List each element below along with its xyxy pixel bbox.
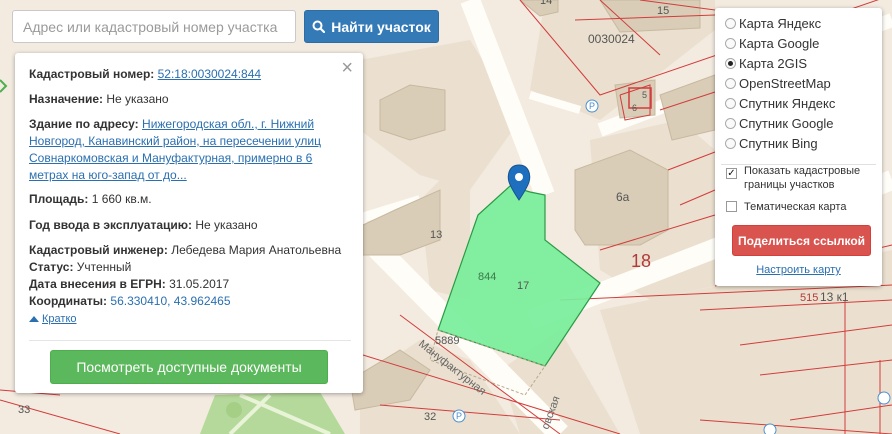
purpose-label: Назначение: — [29, 92, 104, 106]
map-label-33: 33 — [18, 404, 30, 416]
map-label-18: 18 — [631, 251, 651, 271]
layer-option-label: Карта 2GIS — [739, 55, 808, 71]
share-link-button[interactable]: Поделиться ссылкой — [732, 225, 871, 256]
map-label-quarter: 0030024 — [588, 32, 635, 46]
map-label-5889: 5889 — [435, 335, 459, 347]
map-label-844: 844 — [478, 271, 496, 283]
layer-option-label: Спутник Яндекс — [739, 95, 836, 111]
radio-icon[interactable] — [725, 37, 736, 49]
area-value: 1 660 кв.м. — [91, 192, 152, 206]
year-row: Год ввода в эксплуатацию: Не указано — [29, 217, 351, 234]
coords-value[interactable]: 56.330410, 43.962465 — [110, 294, 230, 308]
area-label: Площадь: — [29, 192, 89, 206]
status-label: Статус: — [29, 260, 74, 274]
year-value: Не указано — [195, 218, 258, 232]
map-label-5: 5 — [642, 90, 647, 100]
show-boundaries-checkbox[interactable]: ✓ — [726, 168, 737, 179]
date-value: 31.05.2017 — [169, 277, 230, 291]
parcel-info-panel: × Кадастровый номер: 52:18:0030024:844 Н… — [15, 53, 363, 393]
map-label-17: 17 — [517, 280, 529, 292]
map-label-13k1: 13 к1 — [820, 290, 849, 304]
show-boundaries-label: Показать кадастровые границы участков — [744, 165, 861, 191]
coords-label: Координаты: — [29, 294, 108, 308]
svg-text:P: P — [589, 101, 595, 111]
layer-option-2gis-map[interactable]: Карта 2GIS — [725, 54, 807, 72]
address-label: Здание по адресу: — [29, 117, 139, 131]
layer-option-google-satellite[interactable]: Спутник Google — [725, 114, 834, 132]
date-row: Дата внесения в ЕГРН: 31.05.2017 — [29, 276, 351, 293]
radio-icon[interactable] — [725, 97, 736, 109]
layer-option-label: Спутник Google — [739, 115, 834, 131]
purpose-row: Назначение: Не указано — [29, 91, 351, 108]
engineer-row: Кадастровый инженер: Лебедева Мария Анат… — [29, 242, 351, 259]
configure-map-link[interactable]: Настроить карту — [715, 264, 882, 276]
map-label-6a: 6а — [616, 190, 630, 204]
cad-number-label: Кадастровый номер: — [29, 67, 155, 81]
year-label: Год ввода в эксплуатацию: — [29, 218, 193, 232]
map-label-6: 6 — [632, 103, 637, 113]
cad-number-row: Кадастровый номер: 52:18:0030024:844 — [29, 66, 351, 83]
collapse-toggle[interactable]: Кратко — [29, 311, 351, 328]
address-row: Здание по адресу: Нижегородская обл., г.… — [29, 116, 351, 184]
coords-row: Координаты: 56.330410, 43.962465 — [29, 293, 351, 310]
view-documents-button[interactable]: Посмотреть доступные документы — [50, 350, 328, 384]
status-row: Статус: Учтенный — [29, 259, 351, 276]
layer-option-osm[interactable]: OpenStreetMap — [725, 74, 831, 92]
find-parcel-button[interactable]: Найти участок — [304, 10, 439, 43]
layer-option-yandex-satellite[interactable]: Спутник Яндекс — [725, 94, 835, 112]
date-label: Дата внесения в ЕГРН: — [29, 277, 166, 291]
map-label-515: 515 — [800, 292, 818, 304]
purpose-value: Не указано — [106, 92, 169, 106]
parking-icon — [877, 391, 891, 405]
map-layers-panel: Карта Яндекс Карта Google Карта 2GIS Ope… — [715, 8, 882, 286]
caret-up-icon — [29, 316, 39, 322]
radio-selected-icon[interactable] — [725, 57, 736, 69]
layer-option-yandex-map[interactable]: Карта Яндекс — [725, 14, 821, 32]
radio-icon[interactable] — [725, 137, 736, 149]
thematic-map-label: Тематическая карта — [744, 201, 847, 213]
layer-option-label: Спутник Bing — [739, 135, 818, 151]
layer-option-label: Карта Google — [739, 35, 820, 51]
layer-option-label: OpenStreetMap — [739, 75, 831, 91]
map-label-32: 32 — [424, 411, 436, 423]
find-parcel-label: Найти участок — [331, 18, 431, 35]
engineer-label: Кадастровый инженер: — [29, 243, 168, 257]
layer-option-bing-satellite[interactable]: Спутник Bing — [725, 134, 818, 152]
engineer-value: Лебедева Мария Анатольевна — [171, 243, 342, 257]
layer-option-label: Карта Яндекс — [739, 15, 822, 31]
map-label-14: 14 — [540, 0, 552, 7]
search-icon — [312, 20, 326, 33]
collapse-link[interactable]: Кратко — [42, 313, 77, 325]
area-row: Площадь: 1 660 кв.м. — [29, 191, 351, 208]
parking-icon — [763, 423, 777, 434]
divider — [29, 340, 351, 341]
radio-icon[interactable] — [725, 17, 736, 29]
svg-text:P: P — [456, 411, 462, 421]
radio-icon[interactable] — [725, 117, 736, 129]
status-value: Учтенный — [76, 260, 132, 274]
map-label-15: 15 — [657, 5, 669, 17]
cad-number-link[interactable]: 52:18:0030024:844 — [158, 67, 261, 81]
search-input[interactable] — [12, 10, 296, 43]
thematic-map-checkbox[interactable] — [726, 201, 737, 212]
layer-option-google-map[interactable]: Карта Google — [725, 34, 819, 52]
map-label-13: 13 — [430, 229, 442, 241]
radio-icon[interactable] — [725, 77, 736, 89]
